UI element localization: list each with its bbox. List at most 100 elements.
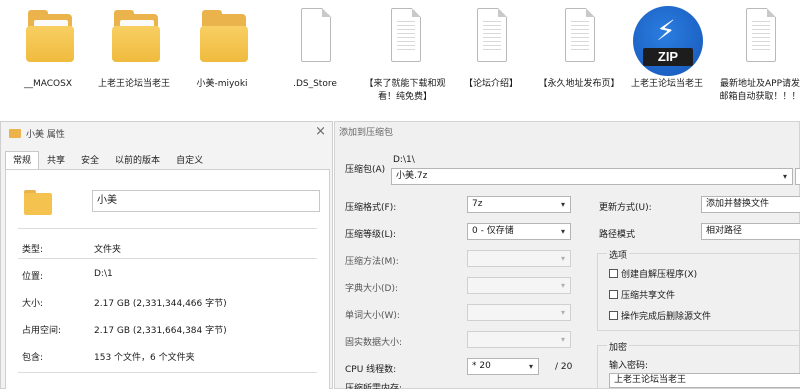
format-label: 压缩格式(F): (345, 203, 397, 213)
text-file-icon (369, 6, 441, 68)
dictionary-combo[interactable]: ▾ (467, 277, 571, 294)
chevron-down-icon: ▾ (560, 254, 565, 263)
chevron-down-icon: ▾ (560, 200, 565, 209)
update-mode-label: 更新方式(U): (599, 203, 652, 213)
folder-icon (98, 6, 170, 68)
desktop-item-label: 上老王论坛当老王 (630, 79, 703, 89)
browse-button[interactable] (795, 168, 800, 185)
property-value: 文件夹 (94, 245, 122, 255)
path-mode-value: 相对路径 (706, 226, 743, 236)
cpu-threads-value: * 20 (472, 361, 491, 371)
desktop-item-label: __MACOSX (23, 79, 72, 89)
archive-name-combo[interactable]: 小美.7z ▾ (391, 168, 793, 185)
tab-previous-versions[interactable]: 以前的版本 (107, 151, 168, 170)
chevron-down-icon: ▾ (560, 281, 565, 290)
close-icon[interactable]: × (315, 124, 326, 139)
property-contains: 包含: 153 个文件，6 个文件夹 (22, 350, 195, 363)
desktop-item-label: 上老王论坛当老王 (97, 79, 170, 89)
method-combo[interactable]: ▾ (467, 250, 571, 267)
checkbox-icon (609, 290, 618, 299)
delete-source-checkbox[interactable]: 操作完成后删除源文件 (609, 309, 711, 322)
property-label: 大小: (22, 299, 44, 309)
zip-archive-icon: ⚡ ZIP (631, 6, 703, 76)
text-file-icon (455, 6, 527, 68)
property-label: 占用空间: (22, 326, 62, 336)
property-value: 2.17 GB (2,331,664,384 字节) (94, 326, 227, 336)
property-size: 大小: 2.17 GB (2,331,344,466 字节) (22, 296, 227, 309)
desktop-item-label: 最新地址及APP请发邮箱自动获取！！！ (719, 79, 800, 102)
method-label: 压缩方法(M): (345, 257, 399, 267)
desktop-item-label: 【来了就能下载和观看！纯免费】 (364, 79, 446, 102)
update-mode-combo[interactable]: 添加并替换文件 (701, 196, 800, 213)
sfx-checkbox-label: 创建自解压程序(X) (621, 270, 698, 280)
divider (18, 372, 317, 373)
path-mode-label: 路径模式 (599, 230, 636, 240)
tab-general[interactable]: 常规 (5, 151, 40, 170)
chevron-down-icon: ▾ (560, 227, 565, 236)
folder-icon (9, 128, 21, 138)
blank-file-icon (279, 6, 351, 68)
password-label: 输入密码: (609, 361, 649, 371)
cpu-threads-label: CPU 线程数: (345, 365, 397, 375)
folder-icon (186, 6, 258, 68)
lightning-bolt-icon: ⚡ (656, 14, 676, 47)
property-label: 位置: (22, 272, 44, 282)
level-value: 0 - 仅存储 (472, 226, 514, 236)
property-type: 类型: 文件夹 (22, 242, 121, 255)
shared-files-checkbox[interactable]: 压缩共享文件 (609, 288, 675, 301)
tab-customize[interactable]: 自定义 (168, 151, 211, 170)
sfx-checkbox[interactable]: 创建自解压程序(X) (609, 267, 697, 280)
property-value: 153 个文件，6 个文件夹 (94, 353, 195, 363)
dictionary-label: 字典大小(D): (345, 284, 398, 294)
properties-titlebar[interactable]: 小美 属性 (1, 122, 332, 144)
tab-sharing[interactable]: 共享 (39, 151, 73, 170)
chevron-down-icon: ▾ (560, 308, 565, 317)
shared-files-checkbox-label: 压缩共享文件 (621, 291, 676, 301)
word-size-combo[interactable]: ▾ (467, 304, 571, 321)
desktop-item-label: .DS_Store (293, 79, 337, 89)
format-combo[interactable]: 7z ▾ (467, 196, 571, 213)
solid-size-label: 固实数据大小: (345, 338, 403, 348)
encryption-title: 加密 (607, 340, 630, 353)
properties-dialog: 小美 属性 × 常规 共享 安全 以前的版本 自定义 小美 类型: 文件夹 位置… (0, 121, 333, 389)
archive-name-value: 小美.7z (396, 171, 428, 181)
format-value: 7z (472, 199, 483, 209)
divider (18, 228, 317, 229)
solid-size-combo[interactable]: ▾ (467, 331, 571, 348)
memory-label: 压缩所需内存: (345, 384, 403, 389)
property-value: 2.17 GB (2,331,344,466 字节) (94, 299, 227, 309)
property-label: 包含: (22, 353, 44, 363)
options-title: 选项 (607, 248, 630, 261)
password-input[interactable]: 上老王论坛当老王 (609, 373, 800, 388)
chevron-down-icon: ▾ (782, 172, 787, 181)
tab-security[interactable]: 安全 (73, 151, 107, 170)
property-label: 类型: (22, 245, 44, 255)
properties-tabs: 常规 共享 安全 以前的版本 自定义 (5, 151, 211, 170)
folder-icon (12, 6, 84, 68)
folder-icon (24, 190, 52, 216)
word-size-label: 单词大小(W): (345, 311, 400, 321)
update-mode-value: 添加并替换文件 (706, 199, 770, 209)
checkbox-icon (609, 311, 618, 320)
property-location: 位置: D:\1 (22, 269, 113, 282)
text-file-icon (543, 6, 615, 68)
cpu-threads-combo[interactable]: * 20 ▾ (467, 358, 539, 375)
level-label: 压缩等级(L): (345, 230, 397, 240)
level-combo[interactable]: 0 - 仅存储 ▾ (467, 223, 571, 240)
cpu-threads-total: / 20 (555, 362, 573, 372)
chevron-down-icon: ▾ (560, 335, 565, 344)
property-value: D:\1 (94, 269, 113, 279)
archive-title[interactable]: 添加到压缩包 (335, 122, 799, 144)
desktop-item-label: 【论坛介绍】 (463, 79, 518, 89)
properties-title: 小美 属性 (26, 129, 65, 140)
archive-label: 压缩包(A) (345, 165, 386, 175)
folder-name-input[interactable]: 小美 (92, 190, 320, 212)
password-value: 上老王论坛当老王 (614, 375, 687, 385)
general-panel: 小美 类型: 文件夹 位置: D:\1 大小: 2.17 GB (2,331,3… (5, 169, 330, 389)
checkbox-icon (609, 269, 618, 278)
property-size-on-disk: 占用空间: 2.17 GB (2,331,664,384 字节) (22, 323, 227, 336)
divider (18, 258, 317, 259)
path-mode-combo[interactable]: 相对路径 (701, 223, 800, 240)
zip-badge: ZIP (643, 48, 693, 66)
add-to-archive-dialog: 添加到压缩包 压缩包(A) D:\1\ 小美.7z ▾ 压缩格式(F): 7z … (334, 121, 800, 389)
